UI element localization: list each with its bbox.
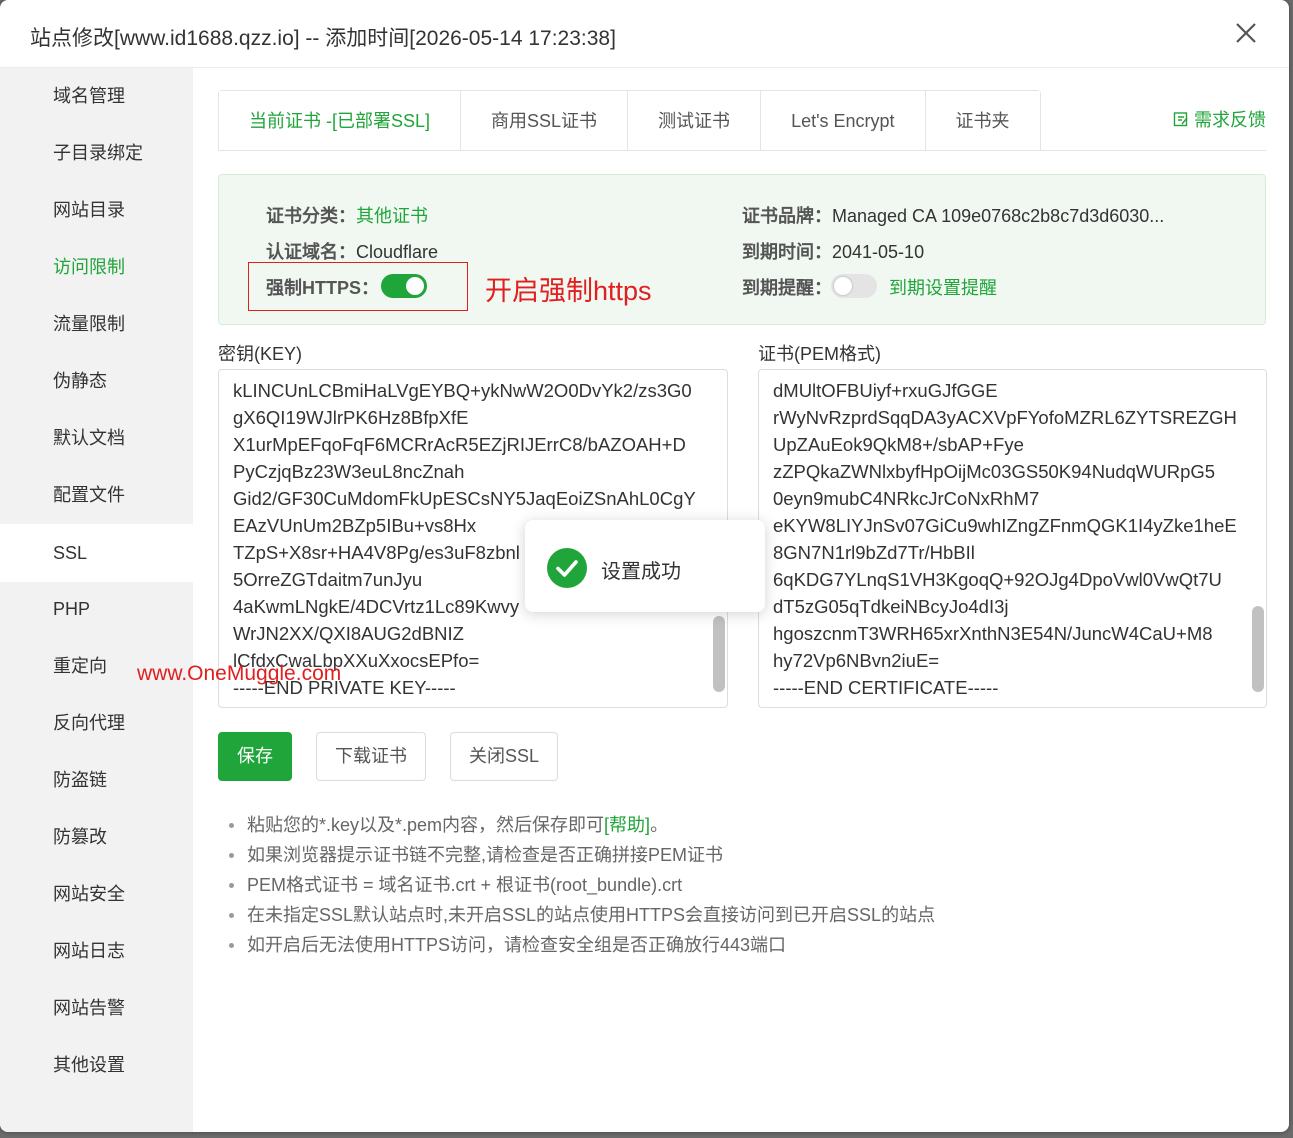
cert-line: 8GN7N1rl9bZd7Tr/HbBIl — [773, 542, 975, 563]
tip-text: 粘贴您的*.key以及*.pem内容，然后保存即可 — [247, 815, 605, 835]
key-line: WrJN2XX/QXI8AUG2dBNIZ — [233, 623, 464, 644]
tip-item: 粘贴您的*.key以及*.pem内容，然后保存即可[帮助]。 — [225, 810, 935, 840]
cert-line: dMUltOFBUiyf+rxuGJfGGE — [773, 380, 998, 401]
expire-remind-label: 到期提醒： — [742, 278, 832, 298]
tip-text: 。 — [650, 815, 669, 835]
key-label: 密钥(KEY) — [218, 344, 303, 364]
sidebar-item-other[interactable]: 其他设置 — [0, 1037, 193, 1094]
download-cert-button[interactable]: 下载证书 — [316, 732, 426, 781]
cert-line: hy72Vp6NBvn2iuE= — [773, 650, 940, 671]
toast-message: 设置成功 — [601, 561, 681, 583]
sidebar-item-ssl[interactable]: SSL — [0, 524, 193, 582]
cert-line: eKYW8LIYJnSv07GiCu9whIZngZFnmQGK1I4yZke1… — [773, 515, 1237, 536]
sidebar-item-site-dir[interactable]: 网站目录 — [0, 182, 193, 239]
cert-category: 证书分类：其他证书 — [266, 202, 428, 228]
cert-line: 6qKDG7YLnqS1VH3KgoqQ+92OJg4DpoVwl0VwQt7U — [773, 569, 1222, 590]
sidebar-item-logs[interactable]: 网站日志 — [0, 923, 193, 980]
cert-label: 证书(PEM格式) — [758, 344, 881, 364]
key-scrollbar[interactable] — [713, 616, 725, 692]
cert-content: dMUltOFBUiyf+rxuGJfGGE rWyNvRzprdSqqDA3yA… — [773, 377, 1237, 701]
check-circle-icon — [547, 548, 587, 588]
key-line: Gid2/GF30CuMdomFkUpESCsNY5JaqEoiZSnAhL0C… — [233, 488, 696, 509]
tip-item: 如果浏览器提示证书链不完整,请检查是否正确拼接PEM证书 — [225, 840, 935, 870]
key-line: gX6QI19WJlrPK6Hz8BfpXfE — [233, 407, 469, 428]
cert-brand-value: Managed CA 109e0768c2b8c7d3d6030... — [832, 206, 1165, 226]
cert-brand: 证书品牌：Managed CA 109e0768c2b8c7d3d6030... — [742, 202, 1164, 228]
tip-item: 如开启后无法使用HTTPS访问，请检查安全组是否正确放行443端口 — [225, 930, 935, 960]
sidebar-item-default-doc[interactable]: 默认文档 — [0, 410, 193, 467]
expire-remind-row: 到期提醒： — [742, 274, 832, 300]
key-line: X1urMpEFqoFqF6MCRrAcR5EZjRIJErrC8/bAZOAH… — [233, 434, 686, 455]
tab-test-cert[interactable]: 测试证书 — [628, 91, 762, 151]
cert-line: dT5zG05qTdkeiNBcyJo4dI3j — [773, 596, 1009, 617]
key-line: PyCzjqBz23W3euL8ncZnah — [233, 461, 465, 482]
cert-domain: 认证域名：Cloudflare — [266, 238, 438, 264]
feedback-label: 需求反馈 — [1194, 110, 1266, 130]
annotation-box — [248, 262, 468, 311]
help-link[interactable]: [帮助] — [604, 815, 650, 835]
sidebar-item-tamper[interactable]: 防篡改 — [0, 809, 193, 866]
tab-current-cert[interactable]: 当前证书 -[已部署SSL] — [219, 91, 462, 151]
cert-category-label: 证书分类： — [266, 206, 356, 226]
tab-cert-folder[interactable]: 证书夹 — [925, 91, 1040, 151]
cert-domain-label: 认证域名： — [266, 242, 356, 262]
cert-category-value: 其他证书 — [356, 206, 428, 226]
cert-domain-value: Cloudflare — [356, 242, 439, 262]
tip-item: PEM格式证书 = 域名证书.crt + 根证书(root_bundle).cr… — [225, 870, 935, 900]
success-toast: 设置成功 — [525, 520, 765, 612]
sidebar-item-access-limit[interactable]: 访问限制 — [0, 239, 193, 296]
edit-icon — [1173, 110, 1194, 130]
expire-remind-link[interactable]: 到期设置提醒 — [889, 274, 997, 300]
feedback-link[interactable]: 需求反馈 — [1173, 106, 1266, 132]
site-settings-dialog: 站点修改[www.id1688.qzz.io] -- 添加时间[2026-05-… — [0, 0, 1289, 1132]
cert-line: 0eyn9mubC4NRkcJrCoNxRhM7 — [773, 488, 1040, 509]
save-button[interactable]: 保存 — [218, 732, 292, 781]
cert-brand-label: 证书品牌： — [742, 206, 832, 226]
cert-line: UpZAuEok9QkM8+/sbAP+Fye — [773, 434, 1024, 455]
sidebar-item-traffic-limit[interactable]: 流量限制 — [0, 296, 193, 353]
expire-remind-toggle[interactable] — [831, 274, 877, 298]
dialog-titlebar: 站点修改[www.id1688.qzz.io] -- 添加时间[2026-05-… — [0, 0, 1289, 68]
sidebar-item-subdir[interactable]: 子目录绑定 — [0, 125, 193, 182]
cert-expire-value: 2041-05-10 — [832, 242, 925, 262]
dialog-title: 站点修改[www.id1688.qzz.io] -- 添加时间[2026-05-… — [30, 27, 616, 50]
key-line: kLINCUnLCBmiHaLVgEYBQ+ykNwW2O0DvYk2/zs3G… — [233, 380, 692, 401]
tips-list: 粘贴您的*.key以及*.pem内容，然后保存即可[帮助]。 如果浏览器提示证书… — [225, 810, 935, 960]
sidebar-item-security[interactable]: 网站安全 — [0, 866, 193, 923]
sidebar-item-rewrite[interactable]: 伪静态 — [0, 353, 193, 410]
cert-line: -----END CERTIFICATE----- — [773, 677, 999, 698]
cert-scrollbar[interactable] — [1252, 606, 1264, 692]
cert-line: hgoszcnmT3WRH65xrXnthN3E54N/JuncW4CaU+M8 — [773, 623, 1213, 644]
sidebar-item-alerts[interactable]: 网站告警 — [0, 980, 193, 1037]
close-icon[interactable] — [1233, 20, 1259, 46]
sidebar-item-domain[interactable]: 域名管理 — [0, 68, 193, 125]
sidebar-item-hotlink[interactable]: 防盗链 — [0, 752, 193, 809]
sidebar: 域名管理 子目录绑定 网站目录 访问限制 流量限制 伪静态 默认文档 配置文件 … — [0, 68, 193, 1132]
sidebar-item-reverse-proxy[interactable]: 反向代理 — [0, 695, 193, 752]
tab-commercial-ssl[interactable]: 商用SSL证书 — [461, 91, 629, 151]
cert-expire: 到期时间：2041-05-10 — [742, 238, 924, 264]
cert-line: zZPQkaZWNlxbyfHpOijMc03GS50K94NudqWURpG5 — [773, 461, 1216, 482]
watermark-text: www.OneMuggle.com — [137, 662, 342, 685]
cert-line: rWyNvRzprdSqqDA3yACXVpFYofoMZRL6ZYTSREZG… — [773, 407, 1237, 428]
tip-item: 在未指定SSL默认站点时,未开启SSL的站点使用HTTPS会直接访问到已开启SS… — [225, 900, 935, 930]
close-ssl-button[interactable]: 关闭SSL — [450, 732, 559, 781]
tab-lets-encrypt[interactable]: Let's Encrypt — [761, 91, 926, 151]
cert-textarea[interactable]: dMUltOFBUiyf+rxuGJfGGE rWyNvRzprdSqqDA3yA… — [758, 369, 1267, 708]
sidebar-item-php[interactable]: PHP — [0, 581, 193, 638]
ssl-tabs: 当前证书 -[已部署SSL] 商用SSL证书 测试证书 Let's Encryp… — [218, 90, 1041, 151]
sidebar-item-config-file[interactable]: 配置文件 — [0, 467, 193, 524]
tabs-divider — [218, 150, 1266, 151]
annotation-text: 开启强制https — [485, 276, 652, 306]
cert-expire-label: 到期时间： — [742, 242, 832, 262]
